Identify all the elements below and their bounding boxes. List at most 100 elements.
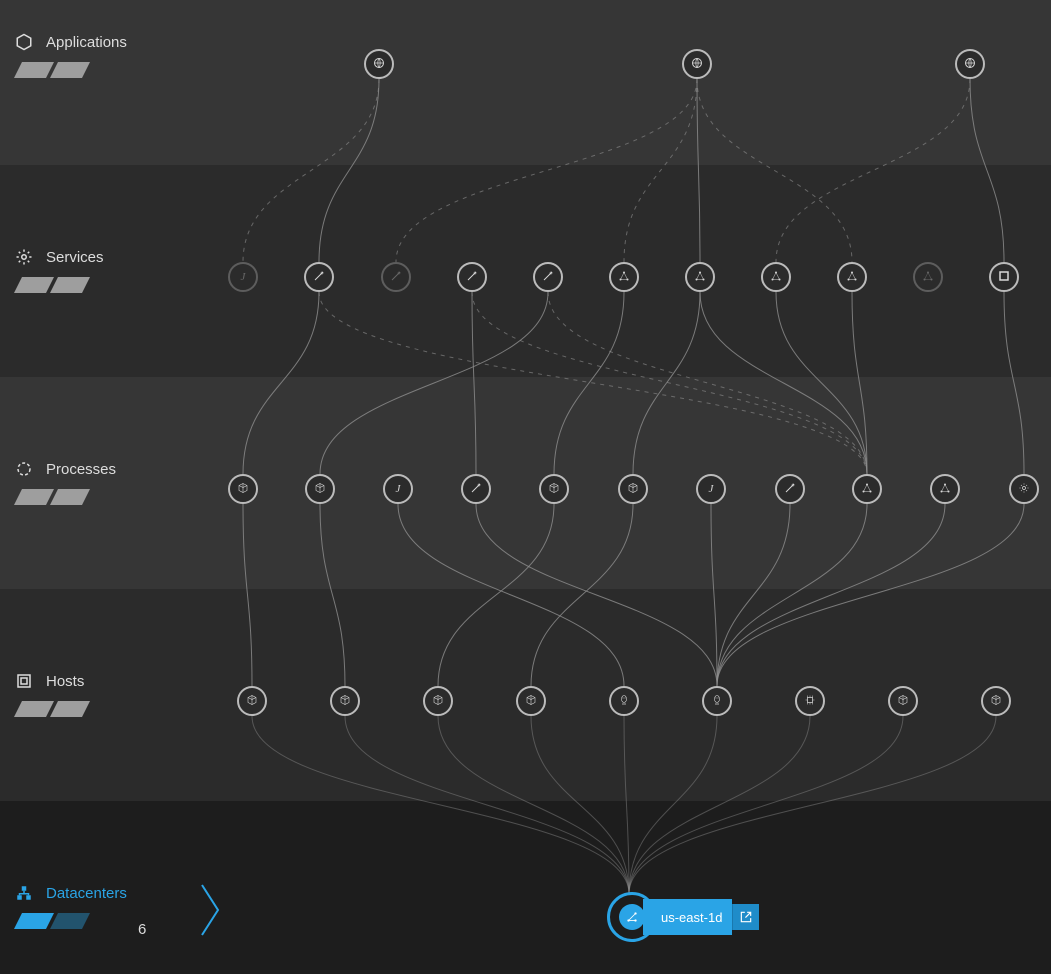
processe-node[interactable] <box>228 474 258 504</box>
host-node[interactable] <box>330 686 360 716</box>
processe-node[interactable] <box>539 474 569 504</box>
service-node[interactable] <box>685 262 715 292</box>
row-datacenters: Datacenters 6 <box>0 801 1051 974</box>
service-node[interactable]: J <box>228 262 258 292</box>
service-node[interactable] <box>381 262 411 292</box>
node-icon <box>618 270 630 285</box>
row-applications: Applications <box>0 0 1051 165</box>
gear-icon <box>14 247 34 267</box>
wand-icon <box>390 270 402 285</box>
node-icon <box>939 482 951 497</box>
processe-node[interactable] <box>775 474 805 504</box>
row-label: Applications <box>46 34 127 51</box>
service-node[interactable] <box>609 262 639 292</box>
host-node[interactable] <box>516 686 546 716</box>
cube-icon <box>432 694 444 709</box>
wand-icon <box>542 270 554 285</box>
row-decor <box>14 489 104 505</box>
globe-icon <box>964 57 976 72</box>
process-icon <box>14 459 34 479</box>
host-node[interactable] <box>423 686 453 716</box>
host-node[interactable] <box>237 686 267 716</box>
processe-node[interactable] <box>852 474 882 504</box>
host-node[interactable] <box>609 686 639 716</box>
processe-node[interactable]: J <box>383 474 413 504</box>
processe-node[interactable] <box>618 474 648 504</box>
service-node[interactable] <box>989 262 1019 292</box>
gear-icon <box>1018 482 1030 497</box>
row-label: Hosts <box>46 673 84 690</box>
row-header-applications[interactable]: Applications <box>14 32 127 52</box>
service-node[interactable] <box>533 262 563 292</box>
datacenter-selected[interactable]: us-east-1d <box>607 892 759 942</box>
cube-icon <box>246 694 258 709</box>
wand-icon <box>470 482 482 497</box>
row-services: Services <box>0 165 1051 377</box>
host-node[interactable] <box>702 686 732 716</box>
processe-node[interactable] <box>930 474 960 504</box>
datacenter-count: 6 <box>138 921 146 938</box>
node-icon <box>694 270 706 285</box>
datacenter-chip: us-east-1d <box>643 899 732 935</box>
row-decor <box>14 701 104 717</box>
cube-icon <box>314 482 326 497</box>
row-label: Services <box>46 249 104 266</box>
wand-icon <box>466 270 478 285</box>
host-node[interactable] <box>888 686 918 716</box>
row-label: Datacenters <box>46 885 127 902</box>
host-node[interactable] <box>795 686 825 716</box>
topology-stage: Applications Services Processes <box>0 0 1051 974</box>
cube-icon <box>897 694 909 709</box>
host-icon <box>14 671 34 691</box>
row-header-datacenters[interactable]: Datacenters <box>14 883 127 903</box>
row-processes: Processes <box>0 377 1051 589</box>
tux-icon <box>711 694 723 709</box>
wand-icon <box>313 270 325 285</box>
cube-icon <box>525 694 537 709</box>
chevron-right-icon[interactable] <box>200 883 224 937</box>
wand-icon <box>784 482 796 497</box>
row-label: Processes <box>46 461 116 478</box>
row-decor <box>14 277 104 293</box>
node-icon <box>922 270 934 285</box>
node-icon <box>770 270 782 285</box>
hexagon-icon <box>14 32 34 52</box>
cube-icon <box>627 482 639 497</box>
service-node[interactable] <box>304 262 334 292</box>
node-icon <box>846 270 858 285</box>
processe-node[interactable] <box>305 474 335 504</box>
row-header-services[interactable]: Services <box>14 247 104 267</box>
row-decor <box>14 913 104 929</box>
datacenter-node-icon <box>619 904 645 930</box>
application-node[interactable] <box>682 49 712 79</box>
globe-icon <box>373 57 385 72</box>
row-header-processes[interactable]: Processes <box>14 459 116 479</box>
open-external-button[interactable] <box>732 904 759 930</box>
row-header-hosts[interactable]: Hosts <box>14 671 84 691</box>
globe-icon <box>691 57 703 72</box>
java-icon: J <box>396 484 401 495</box>
host-node[interactable] <box>981 686 1011 716</box>
processe-node[interactable] <box>1009 474 1039 504</box>
java-icon: J <box>241 272 246 283</box>
square-icon <box>999 271 1009 284</box>
cube-icon <box>339 694 351 709</box>
datacenter-name: us-east-1d <box>661 910 722 925</box>
node-icon <box>861 482 873 497</box>
application-node[interactable] <box>364 49 394 79</box>
cube-icon <box>548 482 560 497</box>
service-node[interactable] <box>913 262 943 292</box>
java-icon: J <box>709 484 714 495</box>
service-node[interactable] <box>761 262 791 292</box>
application-node[interactable] <box>955 49 985 79</box>
service-node[interactable] <box>457 262 487 292</box>
cube-icon <box>237 482 249 497</box>
processe-node[interactable] <box>461 474 491 504</box>
cube-icon <box>990 694 1002 709</box>
row-decor <box>14 62 104 78</box>
chip-icon <box>804 694 816 709</box>
service-node[interactable] <box>837 262 867 292</box>
processe-node[interactable]: J <box>696 474 726 504</box>
datacenter-icon <box>14 883 34 903</box>
tux-icon <box>618 694 630 709</box>
